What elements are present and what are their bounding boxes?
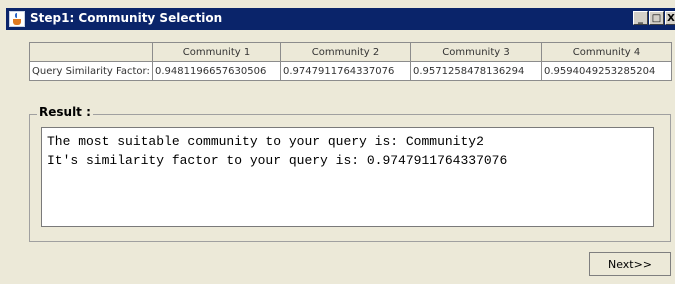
result-line: It's similarity factor to your query is:… xyxy=(47,153,508,168)
column-header-community-3[interactable]: Community 3 xyxy=(410,42,542,62)
window-title: Step1: Community Selection xyxy=(30,11,223,25)
table-cell[interactable]: 0.9594049253285204 xyxy=(541,61,672,81)
table-header-row: Community 1 Community 2 Community 3 Comm… xyxy=(29,42,672,62)
row-label[interactable]: Query Similarity Factor: xyxy=(29,61,153,81)
column-header-community-4[interactable]: Community 4 xyxy=(541,42,672,62)
community-selection-window: Step1: Community Selection _ □ X Communi… xyxy=(0,0,675,284)
similarity-table: Community 1 Community 2 Community 3 Comm… xyxy=(29,42,672,81)
java-cup-icon xyxy=(9,11,25,27)
minimize-button[interactable]: _ xyxy=(633,11,648,25)
column-header-corner xyxy=(29,42,153,62)
table-cell[interactable]: 0.9571258478136294 xyxy=(410,61,542,81)
table-cell[interactable]: 0.9747911764337076 xyxy=(280,61,411,81)
result-panel-title: Result : xyxy=(37,105,93,119)
column-header-community-2[interactable]: Community 2 xyxy=(280,42,411,62)
maximize-button[interactable]: □ xyxy=(649,11,664,25)
result-text-area[interactable]: The most suitable community to your quer… xyxy=(41,127,654,227)
result-line: The most suitable community to your quer… xyxy=(47,134,484,149)
table-row: Query Similarity Factor: 0.9481196657630… xyxy=(29,61,672,81)
table-cell[interactable]: 0.9481196657630506 xyxy=(152,61,281,81)
title-bar[interactable]: Step1: Community Selection _ □ X xyxy=(6,8,675,30)
column-header-community-1[interactable]: Community 1 xyxy=(152,42,281,62)
next-button[interactable]: Next>> xyxy=(589,252,671,276)
close-button[interactable]: X xyxy=(665,11,675,25)
